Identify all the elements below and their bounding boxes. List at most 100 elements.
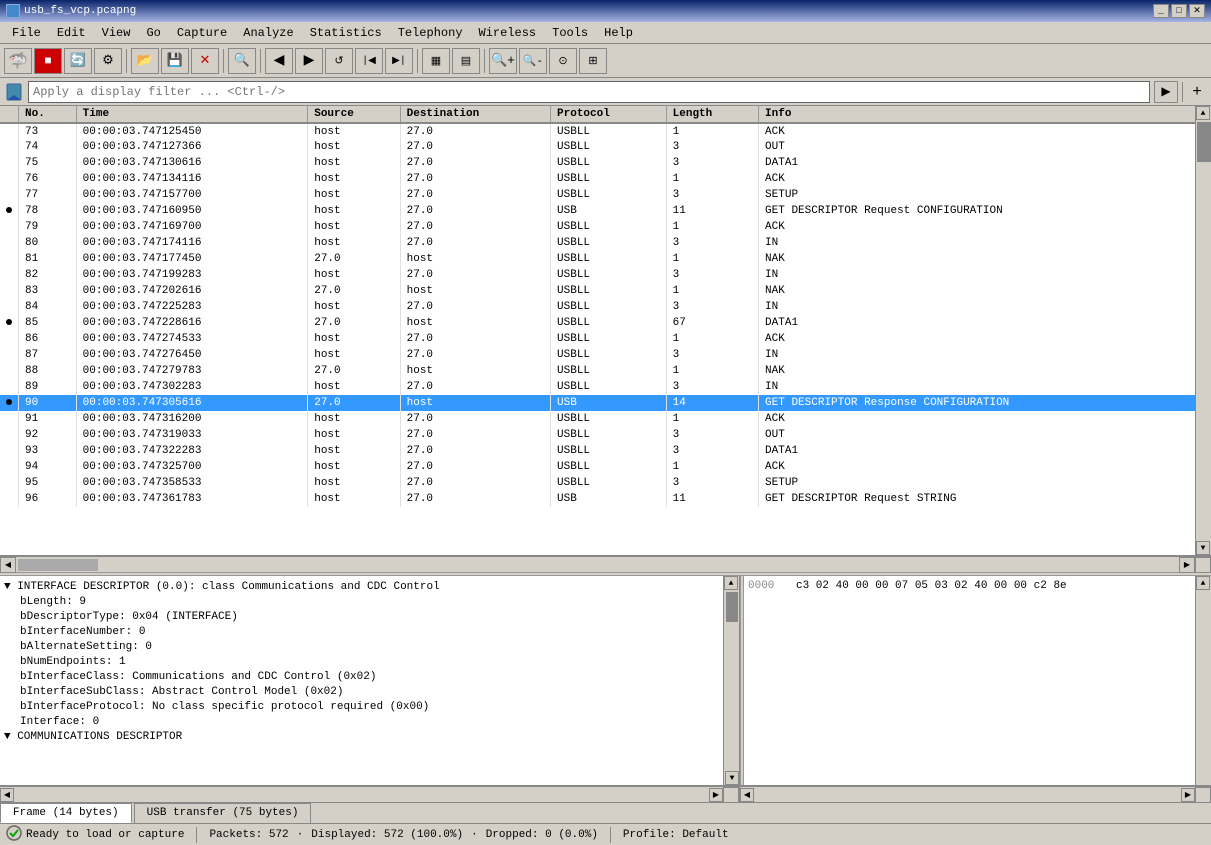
- table-row[interactable]: 9300:00:03.747322283host27.0USBLL3DATA1: [0, 443, 1211, 459]
- save-button[interactable]: 💾: [161, 48, 189, 74]
- packet-list-scroll[interactable]: No. Time Source Destination Protocol Len…: [0, 106, 1211, 555]
- first-button[interactable]: |◀: [355, 48, 383, 74]
- detail-tree-item[interactable]: ▼ INTERFACE DESCRIPTOR (0.0): class Comm…: [4, 580, 719, 595]
- detail-tree-item[interactable]: ▼ COMMUNICATIONS DESCRIPTOR: [4, 730, 719, 745]
- colrules-button[interactable]: ▤: [452, 48, 480, 74]
- table-row[interactable]: 8500:00:03.74722861627.0hostUSBLL67DATA1: [0, 315, 1211, 331]
- menu-edit[interactable]: Edit: [49, 24, 94, 42]
- detail-hscroll[interactable]: ◀ ▶: [0, 787, 740, 802]
- scrollbar-thumb[interactable]: [1197, 122, 1211, 162]
- table-row[interactable]: 9100:00:03.747316200host27.0USBLL1ACK: [0, 411, 1211, 427]
- detail-tree-item[interactable]: bDescriptorType: 0x04 (INTERFACE): [4, 610, 719, 625]
- table-row[interactable]: 7600:00:03.747134116host27.0USBLL1ACK: [0, 171, 1211, 187]
- detail-tree-item[interactable]: bAlternateSetting: 0: [4, 640, 719, 655]
- colorize-button[interactable]: ▦: [422, 48, 450, 74]
- table-row[interactable]: 8800:00:03.74727978327.0hostUSBLL1NAK: [0, 363, 1211, 379]
- menu-analyze[interactable]: Analyze: [235, 24, 301, 42]
- menu-telephony[interactable]: Telephony: [390, 24, 471, 42]
- hex-panel[interactable]: 0000c3 02 40 00 00 07 05 03 02 40 00 00 …: [744, 576, 1211, 785]
- toolbar: 🦈 ■ 🔄 ⚙ 📂 💾 ✕ 🔍 ◀ ▶ ↺ |◀ ▶| ▦ ▤ 🔍+ 🔍- ⊙ …: [0, 44, 1211, 78]
- minimize-button[interactable]: _: [1153, 4, 1169, 18]
- detail-panel[interactable]: ▼ INTERFACE DESCRIPTOR (0.0): class Comm…: [0, 576, 740, 785]
- hscroll-right[interactable]: ▶: [1179, 557, 1195, 573]
- table-row[interactable]: 9600:00:03.747361783host27.0USB11GET DES…: [0, 491, 1211, 507]
- table-row[interactable]: 7800:00:03.747160950host27.0USB11GET DES…: [0, 203, 1211, 219]
- last-button[interactable]: ▶|: [385, 48, 413, 74]
- table-row[interactable]: 9500:00:03.747358533host27.0USBLL3SETUP: [0, 475, 1211, 491]
- table-row[interactable]: 8900:00:03.747302283host27.0USBLL3IN: [0, 379, 1211, 395]
- row-dot: [0, 235, 19, 251]
- close-capture-button[interactable]: ✕: [191, 48, 219, 74]
- col-destination[interactable]: Destination: [400, 106, 550, 123]
- table-row[interactable]: 8300:00:03.74720261627.0hostUSBLL1NAK: [0, 283, 1211, 299]
- table-row[interactable]: 7900:00:03.747169700host27.0USBLL1ACK: [0, 219, 1211, 235]
- cell-len: 1: [666, 251, 758, 267]
- table-row[interactable]: 9200:00:03.747319033host27.0USBLL3OUT: [0, 427, 1211, 443]
- hscroll-track[interactable]: [16, 559, 1179, 571]
- menu-capture[interactable]: Capture: [169, 24, 235, 42]
- forward-button[interactable]: ▶: [295, 48, 323, 74]
- menu-statistics[interactable]: Statistics: [302, 24, 390, 42]
- table-row[interactable]: 7300:00:03.747125450host27.0USBLL1ACK: [0, 123, 1211, 139]
- tab-frame[interactable]: Frame (14 bytes): [0, 803, 132, 823]
- table-row[interactable]: 8600:00:03.747274533host27.0USBLL1ACK: [0, 331, 1211, 347]
- options-button[interactable]: ⚙: [94, 48, 122, 74]
- menu-view[interactable]: View: [94, 24, 139, 42]
- filter-apply-button[interactable]: ▶: [1154, 81, 1178, 103]
- packet-list-hscroll[interactable]: ◀ ▶: [0, 556, 1211, 572]
- cell-time: 00:00:03.747302283: [76, 379, 308, 395]
- col-source[interactable]: Source: [308, 106, 400, 123]
- table-row[interactable]: 8700:00:03.747276450host27.0USBLL3IN: [0, 347, 1211, 363]
- zoom-normal-button[interactable]: ⊙: [549, 48, 577, 74]
- zoom-out-button[interactable]: 🔍-: [519, 48, 547, 74]
- zoom-in-button[interactable]: 🔍+: [489, 48, 517, 74]
- detail-tree-item[interactable]: bInterfaceNumber: 0: [4, 625, 719, 640]
- tab-usb-transfer[interactable]: USB transfer (75 bytes): [134, 803, 312, 823]
- detail-tree-item[interactable]: bLength: 9: [4, 595, 719, 610]
- table-row[interactable]: 8400:00:03.747225283host27.0USBLL3IN: [0, 299, 1211, 315]
- hex-hscroll[interactable]: ◀ ▶: [740, 787, 1211, 802]
- restart-button[interactable]: 🔄: [64, 48, 92, 74]
- table-row[interactable]: 9000:00:03.74730561627.0hostUSB14GET DES…: [0, 395, 1211, 411]
- undo-button[interactable]: ↺: [325, 48, 353, 74]
- close-button[interactable]: ✕: [1189, 4, 1205, 18]
- cell-len: 11: [666, 491, 758, 507]
- table-row[interactable]: 9400:00:03.747325700host27.0USBLL1ACK: [0, 459, 1211, 475]
- menu-help[interactable]: Help: [596, 24, 641, 42]
- back-button[interactable]: ◀: [265, 48, 293, 74]
- resize-columns-button[interactable]: ⊞: [579, 48, 607, 74]
- menu-go[interactable]: Go: [138, 24, 168, 42]
- hscroll-left[interactable]: ◀: [0, 557, 16, 573]
- table-row[interactable]: 8000:00:03.747174116host27.0USBLL3IN: [0, 235, 1211, 251]
- filter-add-button[interactable]: +: [1187, 82, 1207, 102]
- col-length[interactable]: Length: [666, 106, 758, 123]
- detail-tree-item[interactable]: bInterfaceProtocol: No class specific pr…: [4, 700, 719, 715]
- col-no[interactable]: No.: [19, 106, 77, 123]
- row-dot: [0, 475, 19, 491]
- table-row[interactable]: 7700:00:03.747157700host27.0USBLL3SETUP: [0, 187, 1211, 203]
- open-button[interactable]: 📂: [131, 48, 159, 74]
- maximize-button[interactable]: □: [1171, 4, 1187, 18]
- menu-tools[interactable]: Tools: [544, 24, 596, 42]
- menu-wireless[interactable]: Wireless: [471, 24, 545, 42]
- detail-tree-item[interactable]: bInterfaceClass: Communications and CDC …: [4, 670, 719, 685]
- stop-button[interactable]: ■: [34, 48, 62, 74]
- col-protocol[interactable]: Protocol: [551, 106, 667, 123]
- packet-list-scrollbar[interactable]: ▲ ▼: [1195, 106, 1211, 555]
- table-row[interactable]: 7400:00:03.747127366host27.0USBLL3OUT: [0, 139, 1211, 155]
- detail-tree-item[interactable]: Interface: 0: [4, 715, 719, 730]
- table-row[interactable]: 8200:00:03.747199283host27.0USBLL3IN: [0, 267, 1211, 283]
- detail-tree-item[interactable]: bNumEndpoints: 1: [4, 655, 719, 670]
- hex-scrollbar[interactable]: ▲: [1195, 576, 1211, 785]
- filter-input[interactable]: [28, 81, 1150, 103]
- col-info[interactable]: Info: [759, 106, 1211, 123]
- detail-scrollbar[interactable]: ▲ ▼: [723, 576, 739, 785]
- shark-icon-button[interactable]: 🦈: [4, 48, 32, 74]
- col-time[interactable]: Time: [76, 106, 308, 123]
- find-button[interactable]: 🔍: [228, 48, 256, 74]
- table-row[interactable]: 8100:00:03.74717745027.0hostUSBLL1NAK: [0, 251, 1211, 267]
- menu-file[interactable]: File: [4, 24, 49, 42]
- cell-no: 94: [19, 459, 77, 475]
- detail-tree-item[interactable]: bInterfaceSubClass: Abstract Control Mod…: [4, 685, 719, 700]
- table-row[interactable]: 7500:00:03.747130616host27.0USBLL3DATA1: [0, 155, 1211, 171]
